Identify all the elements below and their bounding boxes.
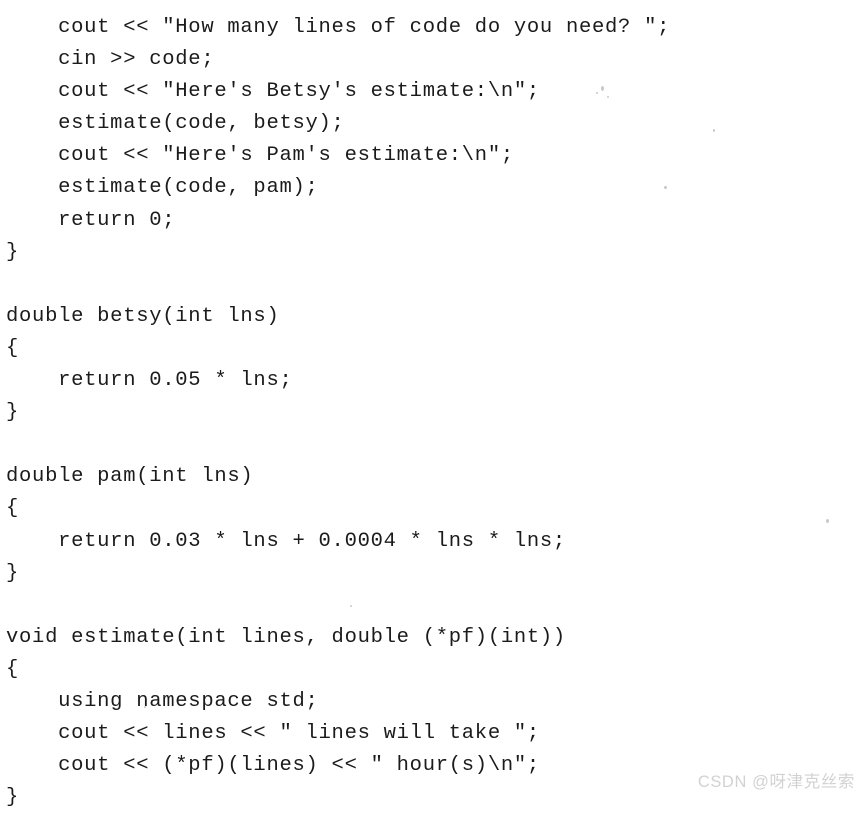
code-line: } bbox=[6, 401, 20, 425]
code-line: return 0.05 * lns; bbox=[6, 369, 293, 393]
code-line: cout << lines << " lines will take "; bbox=[6, 722, 540, 746]
code-line: { bbox=[6, 336, 20, 360]
code-line: using namespace std; bbox=[6, 689, 319, 713]
code-line: cout << "Here's Pam's estimate:\n"; bbox=[6, 144, 514, 168]
code-line: double betsy(int lns) bbox=[6, 304, 280, 328]
code-line: } bbox=[6, 240, 20, 264]
code-line: cin >> code; bbox=[6, 48, 215, 72]
code-line: { bbox=[6, 497, 20, 521]
code-line: estimate(code, pam); bbox=[6, 176, 319, 200]
code-line: cout << "Here's Betsy's estimate:\n"; bbox=[6, 80, 540, 104]
code-line: return 0.03 * lns + 0.0004 * lns * lns; bbox=[6, 529, 566, 553]
scanned-page: cout << "How many lines of code do you n… bbox=[0, 0, 865, 809]
code-line: estimate(code, betsy); bbox=[6, 112, 345, 136]
code-listing: cout << "How many lines of code do you n… bbox=[0, 12, 865, 814]
csdn-watermark: CSDN @呀津克丝索 bbox=[697, 773, 855, 791]
code-line: return 0; bbox=[6, 208, 176, 232]
code-line: void estimate(int lines, double (*pf)(in… bbox=[6, 625, 566, 649]
code-line: { bbox=[6, 657, 20, 681]
code-line: } bbox=[6, 561, 20, 585]
code-line: double pam(int lns) bbox=[6, 465, 254, 489]
code-line: cout << "How many lines of code do you n… bbox=[6, 16, 671, 39]
